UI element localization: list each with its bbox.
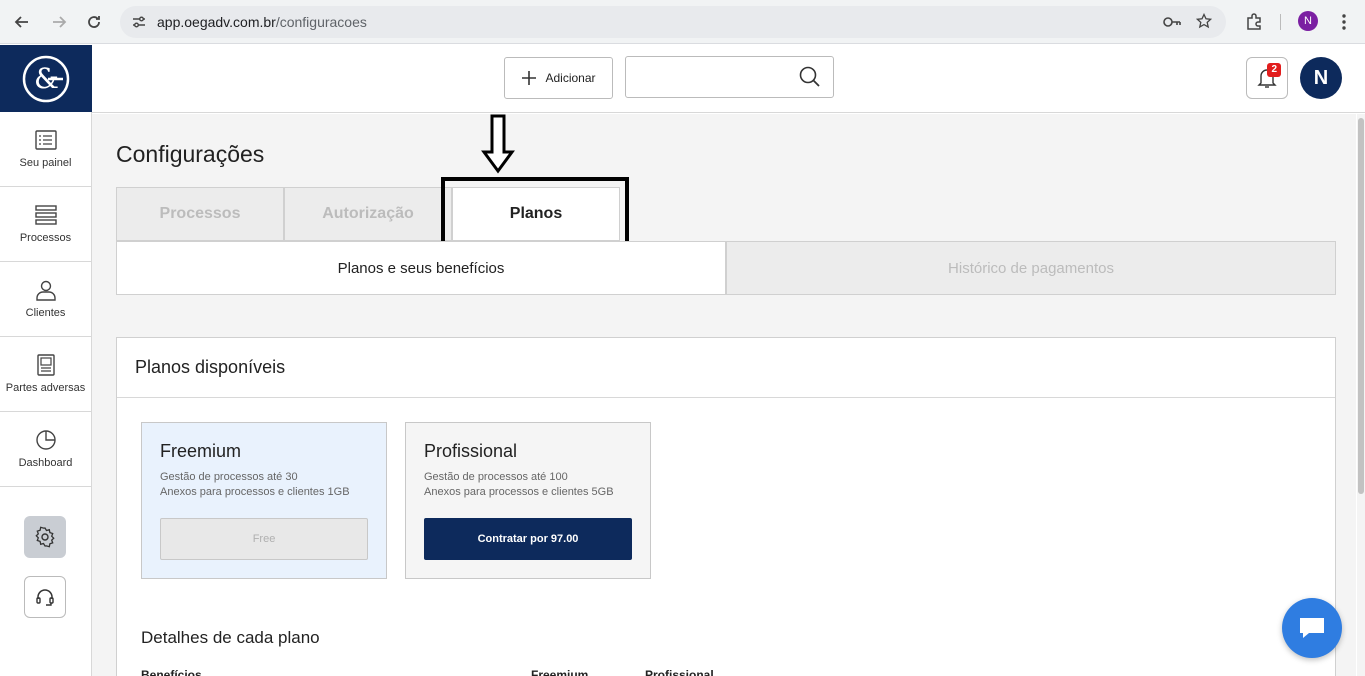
search-icon[interactable] — [799, 66, 821, 93]
main-content: Configurações Processos Autorização Plan… — [92, 114, 1356, 676]
plan-card-freemium: Freemium Gestão de processos até 30 Anex… — [141, 422, 387, 579]
browser-menu-icon[interactable] — [1332, 10, 1356, 34]
browser-toolbar: app.oegadv.com.br/configuracoes N — [0, 0, 1365, 44]
sidebar-item-label: Partes adversas — [5, 382, 86, 394]
sidebar: & Seu painel Processos Clientes Partes a… — [0, 45, 92, 676]
logo-mark-icon: & — [22, 55, 70, 102]
list-icon — [34, 130, 57, 150]
page-title: Configurações — [116, 141, 265, 167]
sidebar-item-dashboard[interactable]: Dashboard — [0, 412, 91, 487]
sidebar-item-seu-painel[interactable]: Seu painel — [0, 112, 91, 187]
plan-name: Profissional — [424, 441, 518, 461]
sidebar-item-label: Processos — [19, 232, 72, 244]
highlight-box — [441, 177, 629, 251]
plan-feature: Anexos para processos e clientes 5GB — [424, 486, 614, 498]
sidebar-item-label: Clientes — [25, 307, 66, 319]
arrow-down-icon — [481, 114, 515, 174]
plan-name: Freemium — [160, 441, 242, 461]
key-icon[interactable] — [1162, 14, 1182, 35]
bookmark-star-icon[interactable] — [1195, 12, 1213, 34]
app-header: Adicionar 2 N — [92, 45, 1365, 113]
sidebar-item-partes-adversas[interactable]: Partes adversas — [0, 337, 91, 412]
document-icon — [36, 354, 55, 376]
url-text: app.oegadv.com.br/configuracoes — [157, 14, 367, 30]
tab-autorizacao[interactable]: Autorização — [284, 187, 452, 241]
subtab-historico-pagamentos[interactable]: Histórico de pagamentos — [726, 241, 1336, 295]
user-icon — [35, 280, 56, 301]
gear-icon — [35, 526, 55, 548]
page-scrollbar[interactable] — [1357, 114, 1365, 676]
plan-feature: Gestão de processos até 100 — [424, 471, 568, 483]
browser-profile-avatar[interactable]: N — [1298, 11, 1318, 31]
headset-icon — [36, 589, 54, 606]
forward-icon[interactable] — [47, 10, 71, 34]
add-button-label: Adicionar — [545, 71, 596, 85]
details-column-freemium: Freemium — [531, 668, 589, 676]
add-button[interactable]: Adicionar — [504, 57, 613, 99]
details-column-profissional: Profissional — [645, 668, 714, 676]
sidebar-item-label: Seu painel — [19, 157, 72, 169]
plan-feature: Anexos para processos e clientes 1GB — [160, 486, 350, 498]
pie-chart-icon — [35, 430, 56, 450]
plan-card-profissional: Profissional Gestão de processos até 100… — [405, 422, 651, 579]
tab-processos[interactable]: Processos — [116, 187, 284, 241]
search-input[interactable] — [625, 56, 834, 98]
plus-icon — [522, 71, 537, 85]
toolbar-divider — [1280, 14, 1281, 30]
notification-badge: 2 — [1267, 63, 1281, 77]
subtab-planos-beneficios[interactable]: Planos e seus benefícios — [116, 241, 726, 295]
address-bar[interactable]: app.oegadv.com.br/configuracoes — [120, 6, 1226, 38]
app-logo[interactable]: & — [0, 45, 92, 112]
support-button[interactable] — [24, 576, 66, 618]
chat-button[interactable] — [1282, 598, 1342, 658]
reload-icon[interactable] — [82, 10, 106, 34]
extensions-icon[interactable] — [1242, 10, 1266, 34]
chat-bubble-icon — [1300, 618, 1324, 638]
stack-icon — [34, 205, 57, 225]
free-plan-button[interactable]: Free — [160, 518, 368, 560]
scrollbar-thumb[interactable] — [1358, 118, 1364, 494]
plans-card: Planos disponíveis Freemium Gestão de pr… — [116, 337, 1336, 676]
notifications-button[interactable]: 2 — [1246, 57, 1288, 99]
details-column-beneficios: Benefícios — [141, 668, 202, 676]
settings-button[interactable] — [24, 516, 66, 558]
sidebar-item-label: Dashboard — [18, 457, 73, 469]
plans-section-title: Planos disponíveis — [117, 338, 1335, 398]
subscribe-button[interactable]: Contratar por 97.00 — [424, 518, 632, 560]
sidebar-item-clientes[interactable]: Clientes — [0, 262, 91, 337]
plan-details-title: Detalhes de cada plano — [141, 628, 320, 647]
back-icon[interactable] — [10, 10, 34, 34]
user-avatar[interactable]: N — [1300, 57, 1342, 99]
sidebar-item-processos[interactable]: Processos — [0, 187, 91, 262]
plan-feature: Gestão de processos até 30 — [160, 471, 298, 483]
site-settings-icon[interactable] — [131, 14, 147, 35]
